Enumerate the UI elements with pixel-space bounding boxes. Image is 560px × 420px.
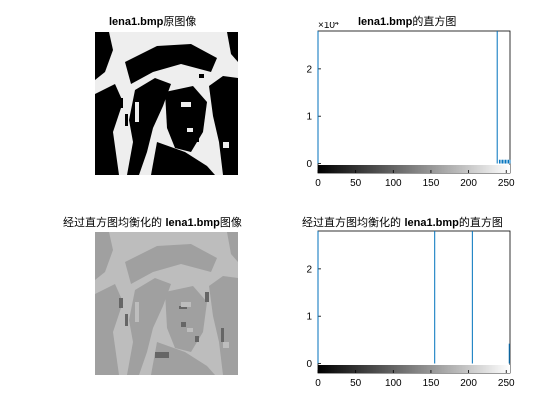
colorbar <box>318 365 510 373</box>
title-eq-suffix: 图像 <box>219 216 242 229</box>
title-original-image: lena1.bmp原图像 <box>109 13 196 29</box>
colorbar <box>318 165 510 173</box>
x-tick-label: 250 <box>498 378 515 389</box>
histogram-original: ×104 0 50 100 150 200 250 0 1 2 <box>306 22 515 189</box>
x-tick-label: 100 <box>385 378 402 389</box>
y-tick-label: 0 <box>306 359 312 370</box>
y-multiplier-exp: 4 <box>335 22 339 27</box>
x-tick-label: 200 <box>460 178 477 189</box>
x-tick-label: 0 <box>315 378 321 389</box>
title-original-suffix: 原图像 <box>163 15 197 28</box>
matlab-figure: lena1.bmp原图像 lena1.bmp的直方图 经过直方图均衡化的 len… <box>0 0 560 420</box>
title-eq-name: lena1.bmp <box>165 217 220 229</box>
y-tick-label: 2 <box>306 264 312 275</box>
x-tick-label: 0 <box>315 178 321 189</box>
y-tick-label: 1 <box>306 112 312 123</box>
y-tick-label: 1 <box>306 312 312 323</box>
x-tick-label: 150 <box>423 378 440 389</box>
title-equalized-image: 经过直方图均衡化的 lena1.bmp图像 <box>63 214 242 230</box>
y-multiplier-base: ×10 <box>318 22 335 31</box>
x-tick-label: 50 <box>350 178 362 189</box>
x-tick-label: 100 <box>385 178 402 189</box>
y-tick-label: 0 <box>306 159 312 170</box>
equalized-image <box>95 232 238 375</box>
y-multiplier: ×104 <box>318 22 339 31</box>
x-tick-label: 200 <box>460 378 477 389</box>
plot-area <box>317 30 511 174</box>
x-tick-label: 50 <box>350 378 362 389</box>
x-tick-label: 150 <box>423 178 440 189</box>
x-tick-label: 250 <box>498 178 515 189</box>
title-original-name: lena1.bmp <box>109 16 164 28</box>
title-eq-prefix: 经过直方图均衡化的 <box>63 216 166 229</box>
y-tick-label: 2 <box>306 64 312 75</box>
plot-area <box>317 230 511 374</box>
original-image <box>95 32 238 175</box>
histogram-equalized: 0 50 100 150 200 250 0 1 2 <box>306 230 515 389</box>
